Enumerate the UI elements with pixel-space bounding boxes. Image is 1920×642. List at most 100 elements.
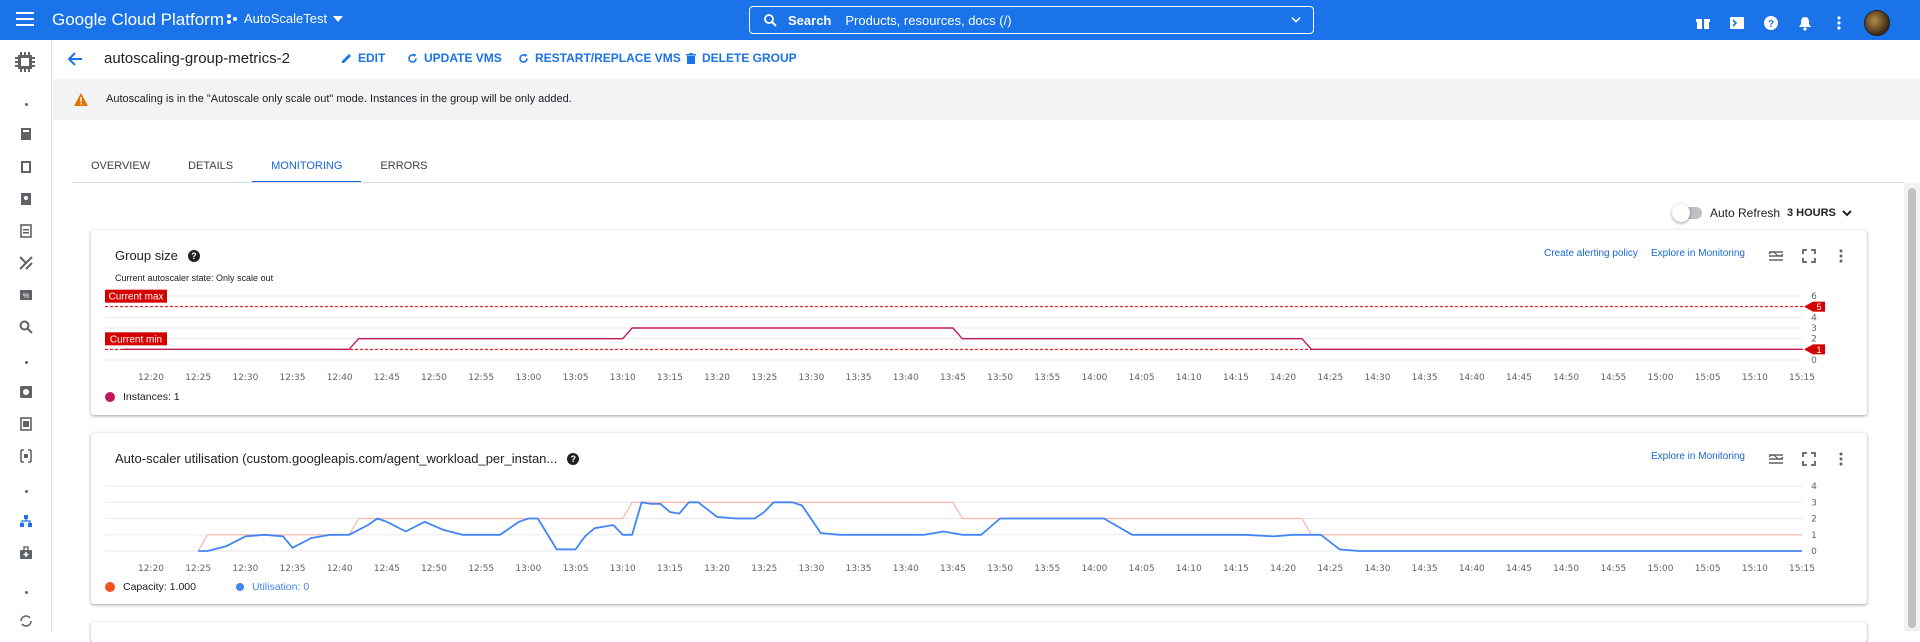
search-label: Search [788, 12, 832, 28]
instance-groups-icon[interactable] [19, 514, 33, 528]
x-tick-label: 13:20 [704, 373, 730, 383]
instance-templates-icon[interactable] [19, 160, 33, 174]
current-min-marker [1804, 344, 1813, 355]
help-icon[interactable]: ? [1762, 14, 1780, 32]
update-vms-button[interactable]: UPDATE VMS [407, 51, 502, 65]
tab-errors[interactable]: ERRORS [361, 150, 446, 183]
next-chart-card [91, 622, 1867, 642]
disks-icon[interactable] [19, 385, 33, 399]
current-max-value: 5 [1816, 302, 1821, 312]
utilisation-legend: Capacity: 1.000 Utilisation: 0 [105, 581, 309, 593]
x-tick-label: 13:55 [1034, 564, 1060, 573]
x-tick-label: 12:25 [185, 564, 211, 573]
x-tick-label: 13:55 [1034, 373, 1060, 383]
x-tick-label: 13:45 [940, 373, 966, 383]
nav-separator-dot [25, 361, 28, 364]
x-tick-label: 13:00 [515, 564, 541, 573]
x-tick-label: 15:00 [1648, 373, 1674, 383]
more-vert-icon[interactable] [1830, 14, 1848, 32]
svg-text:?: ? [1768, 19, 1774, 30]
capacity-series-line [197, 501, 1802, 552]
x-tick-label: 15:15 [1789, 373, 1815, 383]
brand-title[interactable]: Google Cloud Platform [52, 10, 224, 30]
tab-details[interactable]: DETAILS [169, 150, 252, 183]
cloud-shell-icon[interactable] [1728, 14, 1746, 32]
scrollbar-thumb[interactable] [1908, 188, 1916, 628]
x-tick-label: 14:35 [1412, 373, 1438, 383]
warning-icon [74, 93, 88, 106]
x-tick-label: 15:00 [1648, 564, 1674, 573]
chevron-down-icon[interactable] [1291, 15, 1301, 25]
notifications-icon[interactable] [1796, 14, 1814, 32]
search-input[interactable]: Search Products, resources, docs (/) [749, 6, 1314, 34]
autoscale-warning-banner: Autoscaling is in the "Autoscale only sc… [53, 79, 1920, 120]
utilisation-legend-label[interactable]: Utilisation: 0 [252, 581, 309, 593]
x-tick-label: 14:45 [1506, 373, 1532, 383]
avatar[interactable] [1864, 10, 1890, 36]
committed-use-icon[interactable]: % [19, 288, 33, 302]
time-range-selector[interactable]: 3 HOURS [1787, 207, 1852, 219]
edit-button[interactable]: EDIT [341, 51, 385, 65]
x-tick-label: 14:05 [1129, 564, 1155, 573]
tab-monitoring[interactable]: MONITORING [252, 150, 362, 183]
y-tick-label: 6 [1811, 292, 1817, 302]
x-tick-label: 14:10 [1176, 564, 1202, 573]
sync-icon[interactable] [19, 614, 33, 628]
images-icon[interactable] [19, 449, 33, 463]
sole-tenant-icon[interactable] [19, 192, 33, 206]
x-tick-label: 14:00 [1081, 373, 1107, 383]
capacity-legend-swatch [105, 582, 115, 592]
auto-refresh-toggle[interactable] [1672, 204, 1702, 222]
x-tick-label: 13:40 [893, 564, 919, 573]
compute-engine-icon[interactable] [13, 50, 37, 74]
x-tick-label: 13:30 [798, 564, 824, 573]
current-min-value: 1 [1816, 345, 1821, 355]
tab-bar: OVERVIEW DETAILS MONITORING ERRORS [72, 150, 446, 183]
y-tick-label: 3 [1811, 324, 1817, 334]
project-selector[interactable]: AutoScaleTest [226, 11, 344, 26]
group-size-chart: 0123456 12:20 12:25 12:30 12:35 12:40 12:45 12:… [105, 289, 1825, 383]
machine-images-icon[interactable] [19, 224, 33, 238]
x-tick-label: 13:30 [798, 373, 824, 383]
auto-refresh-control: Auto Refresh [1672, 204, 1780, 222]
x-tick-label: 12:55 [468, 564, 494, 573]
restart-replace-label: RESTART/REPLACE VMS [535, 51, 681, 65]
x-tick-label: 14:55 [1600, 564, 1626, 573]
x-tick-label: 12:30 [232, 564, 258, 573]
chevron-down-icon [333, 15, 344, 22]
delete-group-button[interactable]: DELETE GROUP [686, 51, 797, 65]
page-header: autoscaling-group-metrics-2 EDIT UPDATE … [53, 40, 1920, 78]
menu-icon[interactable] [16, 12, 34, 28]
x-tick-label: 13:00 [515, 373, 541, 383]
x-tick-label: 14:35 [1412, 564, 1438, 573]
x-tick-label: 12:40 [327, 373, 353, 383]
x-tick-label: 13:05 [563, 564, 589, 573]
x-tick-label: 13:35 [846, 373, 872, 383]
x-tick-label: 14:05 [1129, 373, 1155, 383]
x-tick-label: 13:10 [610, 564, 636, 573]
svg-text:%: % [23, 293, 29, 300]
x-tick-label: 14:50 [1553, 373, 1579, 383]
search-icon[interactable] [19, 320, 33, 334]
x-tick-label: 13:45 [940, 564, 966, 573]
x-tick-label: 12:40 [327, 564, 353, 573]
x-tick-label: 13:15 [657, 373, 683, 383]
top-bar: Google Cloud Platform AutoScaleTest Sear… [0, 0, 1920, 40]
group-size-card: Group size ? Current autoscaler state: O… [91, 230, 1867, 415]
tpus-icon[interactable] [19, 256, 33, 270]
update-vms-label: UPDATE VMS [424, 51, 502, 65]
snapshots-icon[interactable] [19, 417, 33, 431]
health-checks-icon[interactable] [19, 546, 33, 560]
x-tick-label: 14:20 [1270, 564, 1296, 573]
x-tick-label: 14:55 [1600, 373, 1626, 383]
back-arrow-icon[interactable] [67, 51, 83, 67]
group-size-legend: Instances: 1 [105, 391, 180, 403]
x-tick-label: 14:30 [1364, 373, 1390, 383]
restart-replace-vms-button[interactable]: RESTART/REPLACE VMS [518, 51, 681, 65]
y-tick-label: 4 [1811, 482, 1817, 492]
utilisation-legend-swatch [235, 583, 244, 591]
gift-icon[interactable] [1694, 14, 1712, 32]
x-tick-label: 13:15 [657, 564, 683, 573]
tab-overview[interactable]: OVERVIEW [72, 150, 169, 183]
vm-instances-icon[interactable] [19, 127, 33, 141]
